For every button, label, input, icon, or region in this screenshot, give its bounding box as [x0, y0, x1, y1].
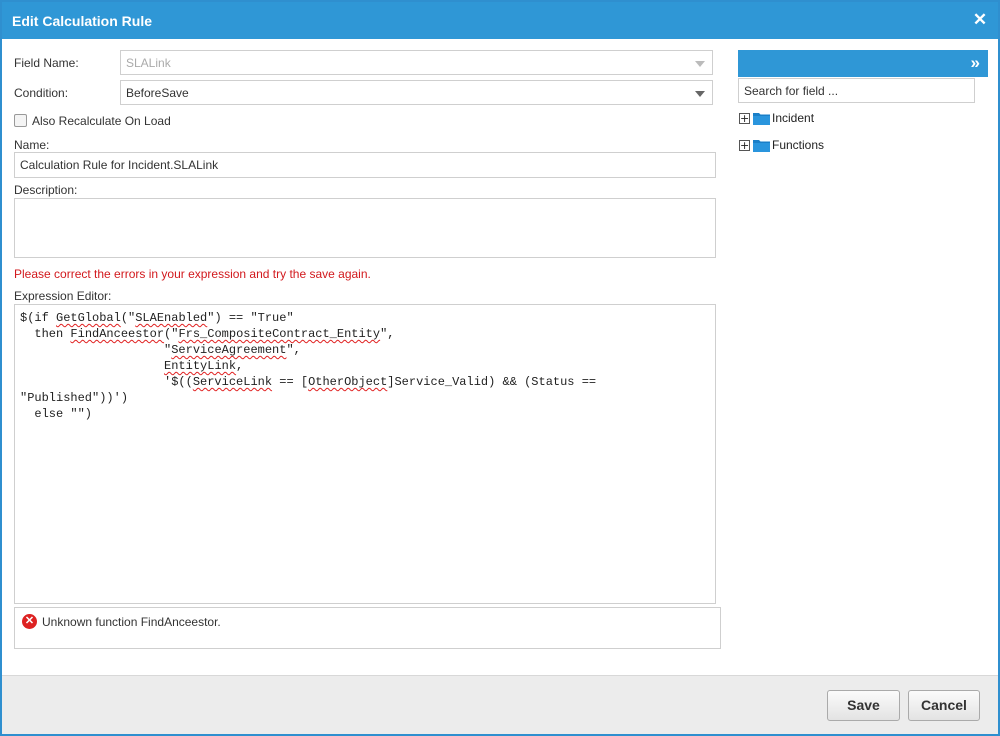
expand-plus-icon[interactable]: +: [739, 140, 750, 151]
expand-plus-icon[interactable]: +: [739, 113, 750, 124]
field-name-select: SLALink: [120, 50, 713, 75]
expression-editor[interactable]: $(if GetGlobal("SLAEnabled") == "True" t…: [14, 304, 716, 604]
dialog-footer: Save Cancel: [2, 675, 998, 734]
recalculate-on-load-label: Also Recalculate On Load: [32, 114, 171, 128]
name-value: Calculation Rule for Incident.SLALink: [20, 158, 219, 172]
validation-message: Unknown function FindAnceestor.: [42, 615, 221, 629]
field-search[interactable]: [738, 78, 975, 103]
field-panel-header: »: [738, 50, 988, 77]
folder-icon: [753, 113, 770, 125]
description-textarea[interactable]: [14, 198, 716, 258]
edit-calculation-rule-dialog: Edit Calculation Rule ✕ Field Name: SLAL…: [0, 0, 1000, 736]
expression-editor-label: Expression Editor:: [14, 289, 112, 303]
expression-code: $(if GetGlobal("SLAEnabled") == "True" t…: [20, 311, 597, 421]
field-name-value: SLALink: [126, 56, 171, 70]
recalculate-on-load-checkbox[interactable]: [14, 114, 27, 127]
tree-item-label: Incident: [772, 111, 815, 125]
save-error-message: Please correct the errors in your expres…: [14, 267, 371, 281]
field-search-input[interactable]: [739, 79, 974, 102]
double-chevron-right-icon[interactable]: »: [971, 54, 980, 72]
validation-message-box: ✕ Unknown function FindAnceestor.: [14, 607, 721, 649]
condition-value: BeforeSave: [126, 86, 189, 100]
dialog-titlebar: Edit Calculation Rule ✕: [2, 2, 998, 39]
name-input[interactable]: Calculation Rule for Incident.SLALink: [14, 152, 716, 178]
cancel-button[interactable]: Cancel: [908, 690, 980, 721]
tree-item-label: Functions: [772, 138, 825, 152]
chevron-down-icon: [695, 91, 705, 97]
folder-icon: [753, 140, 770, 152]
close-icon[interactable]: ✕: [970, 10, 990, 30]
condition-label: Condition:: [14, 86, 69, 100]
field-name-label: Field Name:: [14, 56, 79, 70]
condition-select[interactable]: BeforeSave: [120, 80, 713, 105]
dialog-title: Edit Calculation Rule: [12, 13, 153, 29]
chevron-down-icon: [695, 61, 705, 67]
description-label: Description:: [14, 183, 78, 197]
name-label: Name:: [14, 138, 50, 152]
error-icon: ✕: [22, 614, 37, 629]
save-button[interactable]: Save: [827, 690, 900, 721]
